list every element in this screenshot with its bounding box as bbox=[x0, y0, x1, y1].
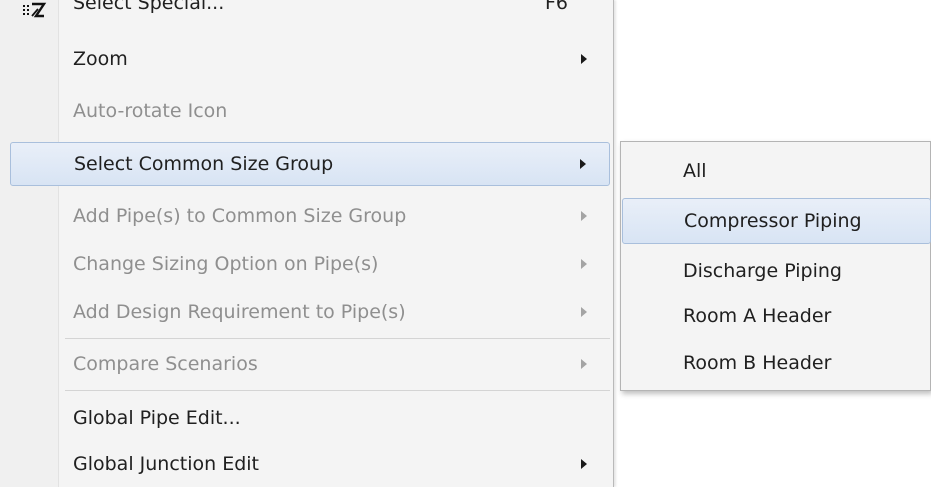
submenu-item-discharge-piping[interactable]: Discharge Piping bbox=[622, 248, 931, 294]
menu-item-label: Select Special... bbox=[73, 0, 225, 14]
menu-item-label: Global Junction Edit bbox=[73, 453, 260, 475]
common-size-group-submenu: All Compressor Piping Discharge Piping R… bbox=[620, 141, 931, 391]
submenu-item-label: Room A Header bbox=[683, 305, 832, 327]
menu-item-zoom[interactable]: Zoom bbox=[10, 39, 610, 79]
submenu-item-label: Discharge Piping bbox=[683, 260, 842, 282]
context-menu: Select Special... F6 Zoom Auto-rotate Ic… bbox=[0, 0, 614, 487]
submenu-item-all[interactable]: All bbox=[622, 148, 931, 194]
submenu-arrow-icon bbox=[581, 307, 587, 317]
keyboard-shortcut: F6 bbox=[545, 0, 569, 14]
submenu-arrow-icon bbox=[580, 159, 586, 169]
submenu-arrow-icon bbox=[581, 211, 587, 221]
menu-item-select-common-size-group[interactable]: Select Common Size Group bbox=[10, 142, 610, 186]
submenu-item-room-a-header[interactable]: Room A Header bbox=[622, 293, 931, 339]
menu-item-change-sizing-option: Change Sizing Option on Pipe(s) bbox=[10, 244, 610, 284]
menu-item-label: Global Pipe Edit... bbox=[73, 407, 241, 429]
menu-item-label: Auto-rotate Icon bbox=[73, 100, 228, 122]
menu-item-label: Change Sizing Option on Pipe(s) bbox=[73, 253, 379, 275]
menu-item-global-pipe-edit[interactable]: Global Pipe Edit... bbox=[10, 398, 610, 438]
submenu-arrow-icon bbox=[581, 459, 587, 469]
submenu-arrow-icon bbox=[581, 359, 587, 369]
submenu-arrow-icon bbox=[581, 54, 587, 64]
submenu-item-room-b-header[interactable]: Room B Header bbox=[622, 340, 931, 386]
menu-separator bbox=[65, 338, 610, 339]
menu-item-add-design-requirement: Add Design Requirement to Pipe(s) bbox=[10, 292, 610, 332]
screenshot-canvas: Select Special... F6 Zoom Auto-rotate Ic… bbox=[0, 0, 931, 487]
menu-item-label: Add Design Requirement to Pipe(s) bbox=[73, 301, 406, 323]
menu-item-label: Select Common Size Group bbox=[74, 153, 334, 175]
menu-item-label: Zoom bbox=[73, 48, 128, 70]
menu-item-compare-scenarios: Compare Scenarios bbox=[10, 344, 610, 384]
menu-item-add-pipes-to-common-size-group: Add Pipe(s) to Common Size Group bbox=[10, 196, 610, 236]
menu-item-select-special[interactable]: Select Special... F6 bbox=[12, 0, 610, 20]
submenu-item-label: Compressor Piping bbox=[684, 210, 862, 232]
submenu-item-compressor-piping[interactable]: Compressor Piping bbox=[622, 198, 931, 244]
menu-item-global-junction-edit[interactable]: Global Junction Edit bbox=[10, 444, 610, 484]
menu-item-label: Add Pipe(s) to Common Size Group bbox=[73, 205, 407, 227]
menu-separator bbox=[65, 390, 610, 391]
submenu-item-label: Room B Header bbox=[683, 352, 832, 374]
submenu-item-label: All bbox=[683, 160, 707, 182]
select-special-icon bbox=[23, 2, 47, 18]
menu-item-auto-rotate-icon: Auto-rotate Icon bbox=[10, 91, 610, 131]
submenu-arrow-icon bbox=[581, 259, 587, 269]
menu-item-label: Compare Scenarios bbox=[73, 353, 258, 375]
